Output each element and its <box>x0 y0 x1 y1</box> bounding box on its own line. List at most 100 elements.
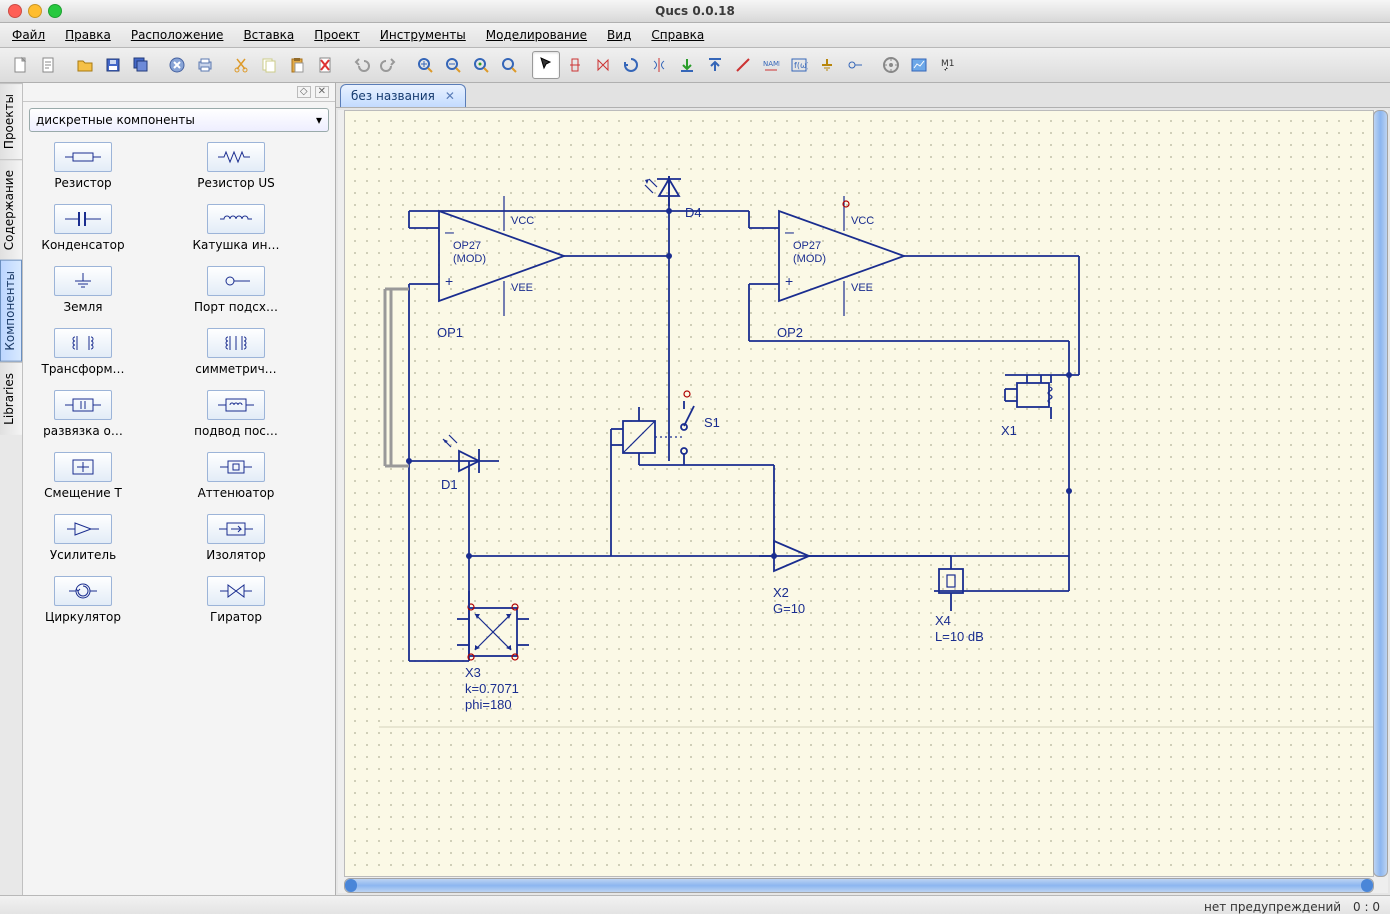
bias-t-icon <box>54 452 112 482</box>
component-relay[interactable] <box>611 407 683 465</box>
palette-label: развязка о… <box>28 424 138 438</box>
schematic-canvas[interactable]: – + OP27 (MOD) VCC VEE OP1 <box>344 110 1374 877</box>
port-insert-icon[interactable] <box>842 52 868 78</box>
print-icon[interactable] <box>192 52 218 78</box>
svg-text:NAME: NAME <box>763 60 780 68</box>
palette-label: Циркулятор <box>28 610 138 624</box>
select-tool-icon[interactable] <box>532 51 560 79</box>
palette-item-ground[interactable]: Земля <box>33 266 133 314</box>
svg-text:k=0.7071: k=0.7071 <box>465 681 519 696</box>
palette-label: Конденсатор <box>28 238 138 252</box>
menu-simulation[interactable]: Моделирование <box>486 28 587 42</box>
palette-item-resistor-us[interactable]: Резистор US <box>186 142 286 190</box>
cut-icon[interactable] <box>228 52 254 78</box>
category-combo[interactable]: дискретные компоненты ▾ <box>29 108 329 132</box>
palette-item-capacitor[interactable]: Конденсатор <box>33 204 133 252</box>
marker-icon[interactable]: M1 <box>934 52 960 78</box>
svg-text:f(ω): f(ω) <box>794 61 808 70</box>
tab-untitled[interactable]: без названия ✕ <box>340 84 466 107</box>
close-window-icon[interactable] <box>8 4 22 18</box>
palette-label: Усилитель <box>28 548 138 562</box>
horizontal-scrollbar[interactable] <box>344 878 1374 893</box>
undo-icon[interactable] <box>348 52 374 78</box>
zoom-out-icon[interactable] <box>440 52 466 78</box>
component-x1[interactable]: X1 <box>1001 375 1079 438</box>
close-icon[interactable] <box>164 52 190 78</box>
palette-item-resistor[interactable]: Резистор <box>33 142 133 190</box>
palette-item-transformer[interactable]: Трансформ… <box>33 328 133 376</box>
palette-item-dc-feed[interactable]: подвод пос… <box>186 390 286 438</box>
palette-item-gyrator[interactable]: Гиратор <box>186 576 286 624</box>
redo-icon[interactable] <box>376 52 402 78</box>
component-d4[interactable]: D4 <box>645 176 702 220</box>
dock-detach-icon[interactable]: ◇ <box>297 86 311 98</box>
component-x2[interactable]: X2 G=10 <box>759 541 824 616</box>
palette-item-amplifier[interactable]: Усилитель <box>33 514 133 562</box>
menu-tools[interactable]: Инструменты <box>380 28 466 42</box>
edit-component-icon[interactable] <box>562 52 588 78</box>
palette-item-isolator[interactable]: Изолятор <box>186 514 286 562</box>
wire-label-icon[interactable]: NAME <box>758 52 784 78</box>
mirror-icon[interactable] <box>590 52 616 78</box>
paste-icon[interactable] <box>284 52 310 78</box>
circulator-icon <box>54 576 112 606</box>
delete-icon[interactable] <box>312 52 338 78</box>
menu-layout[interactable]: Расположение <box>131 28 224 42</box>
tab-components[interactable]: Компоненты <box>0 260 22 362</box>
open-icon[interactable] <box>72 52 98 78</box>
palette-item-port[interactable]: Порт подсх… <box>186 266 286 314</box>
export-down-icon[interactable] <box>674 52 700 78</box>
component-s1[interactable]: S1 <box>681 391 720 465</box>
copy-icon[interactable] <box>256 52 282 78</box>
palette-item-dc-block[interactable]: развязка о… <box>33 390 133 438</box>
window-controls <box>8 4 62 18</box>
palette-item-attenuator[interactable]: Аттенюатор <box>186 452 286 500</box>
palette-label: Резистор <box>28 176 138 190</box>
palette-item-bias-t[interactable]: Смещение T <box>33 452 133 500</box>
components-dock: ◇✕ дискретные компоненты ▾ РезисторРезис… <box>23 83 335 895</box>
palette-item-inductor[interactable]: Катушка ин… <box>186 204 286 252</box>
dock-close-icon[interactable]: ✕ <box>315 86 329 98</box>
equation-icon[interactable]: f(ω) <box>786 52 812 78</box>
component-op2[interactable]: – + OP27 (MOD) VCC VEE OP2 <box>777 196 904 340</box>
svg-text:X1: X1 <box>1001 423 1017 438</box>
palette-label: Земля <box>28 300 138 314</box>
menu-insert[interactable]: Вставка <box>243 28 294 42</box>
svg-text:OP1: OP1 <box>437 325 463 340</box>
component-x4[interactable]: X4 L=10 dB <box>935 556 984 644</box>
palette-item-sym-transformer[interactable]: симметрич… <box>186 328 286 376</box>
ground-insert-icon[interactable] <box>814 52 840 78</box>
svg-text:OP27: OP27 <box>793 240 821 252</box>
simulate-icon[interactable] <box>878 52 904 78</box>
zoom-in-icon[interactable] <box>412 52 438 78</box>
sym-transformer-icon <box>207 328 265 358</box>
rotate-icon[interactable] <box>618 52 644 78</box>
menu-view[interactable]: Вид <box>607 28 631 42</box>
menu-file[interactable]: Файл <box>12 28 45 42</box>
zoom-1-1-icon[interactable] <box>496 52 522 78</box>
tab-libraries[interactable]: Libraries <box>0 362 22 435</box>
export-up-icon[interactable] <box>702 52 728 78</box>
wire-icon[interactable] <box>730 52 756 78</box>
menu-help[interactable]: Справка <box>651 28 704 42</box>
palette-item-circulator[interactable]: Циркулятор <box>33 576 133 624</box>
zoom-fit-icon[interactable] <box>468 52 494 78</box>
menu-project[interactable]: Проект <box>314 28 360 42</box>
save-icon[interactable] <box>100 52 126 78</box>
mirror-x-icon[interactable] <box>646 52 672 78</box>
minimize-window-icon[interactable] <box>28 4 42 18</box>
component-x3[interactable]: X3 k=0.7071 phi=180 <box>457 604 529 712</box>
tab-close-icon[interactable]: ✕ <box>445 89 455 103</box>
tab-projects[interactable]: Проекты <box>0 83 22 159</box>
zoom-window-icon[interactable] <box>48 4 62 18</box>
show-results-icon[interactable] <box>906 52 932 78</box>
tab-content[interactable]: Содержание <box>0 159 22 260</box>
component-op1[interactable]: – + OP27 (MOD) VCC VEE OP1 <box>437 196 564 340</box>
new-text-icon[interactable] <box>36 52 62 78</box>
vertical-scrollbar[interactable] <box>1373 110 1388 877</box>
port-icon <box>207 266 265 296</box>
new-file-icon[interactable] <box>8 52 34 78</box>
menu-edit[interactable]: Правка <box>65 28 111 42</box>
save-all-icon[interactable] <box>128 52 154 78</box>
attenuator-icon <box>207 452 265 482</box>
